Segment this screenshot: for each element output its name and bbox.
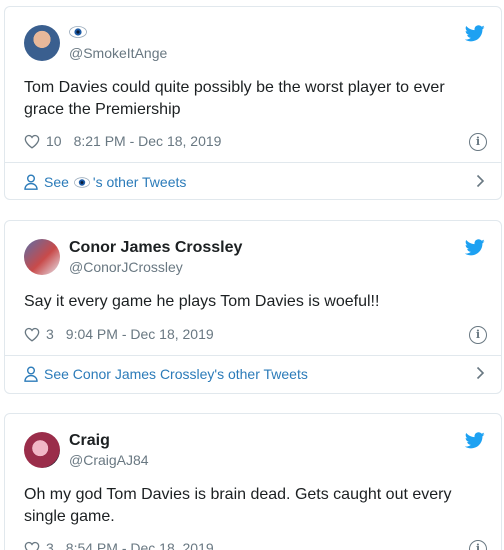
avatar[interactable] bbox=[24, 25, 60, 61]
avatar[interactable] bbox=[24, 432, 60, 468]
see-suffix: 's other Tweets bbox=[92, 174, 187, 190]
divider bbox=[5, 355, 501, 356]
author-name[interactable]: Craig bbox=[69, 432, 110, 450]
tweet-timestamp[interactable]: 8:21 PM - Dec 18, 2019 bbox=[74, 133, 222, 149]
tweet-card-2: Conor James Crossley @ConorJCrossley Say… bbox=[4, 220, 502, 394]
tweet-card-3: Craig @CraigAJ84 Oh my god Tom Davies is… bbox=[4, 413, 502, 550]
tweet-text-line: Say it every game he plays Tom Davies is… bbox=[24, 293, 380, 310]
tweet-timestamp[interactable]: 8:54 PM - Dec 18, 2019 bbox=[66, 540, 214, 550]
eye-emoji-icon bbox=[74, 176, 90, 188]
tweet-text-line: grace the Premiership bbox=[24, 101, 181, 118]
like-count[interactable]: 3 bbox=[46, 540, 54, 550]
tweet-header: Craig @CraigAJ84 bbox=[24, 432, 484, 472]
tweet-meta: 3 8:54 PM - Dec 18, 2019 bbox=[24, 540, 214, 550]
see-other-tweets-link[interactable]: See 's other Tweets bbox=[24, 172, 485, 192]
twitter-bird-icon[interactable] bbox=[465, 25, 485, 42]
person-icon bbox=[24, 366, 38, 382]
see-other-tweets-link[interactable]: See Conor James Crossley's other Tweets bbox=[24, 364, 485, 384]
tweet-text: Tom Davies could quite possibly be the w… bbox=[24, 77, 474, 121]
tweet-header: @SmokeItAnge bbox=[24, 25, 484, 65]
tweet-meta: 10 8:21 PM - Dec 18, 2019 bbox=[24, 133, 221, 149]
tweet-text: Oh my god Tom Davies is brain dead. Gets… bbox=[24, 484, 474, 528]
chevron-right-icon bbox=[476, 366, 485, 380]
info-icon[interactable]: i bbox=[469, 133, 487, 151]
twitter-bird-icon[interactable] bbox=[465, 239, 485, 256]
author-handle[interactable]: @ConorJCrossley bbox=[69, 259, 183, 275]
tweet-header: Conor James Crossley @ConorJCrossley bbox=[24, 239, 484, 279]
author-handle[interactable]: @SmokeItAnge bbox=[69, 45, 167, 61]
like-count[interactable]: 10 bbox=[46, 133, 62, 149]
chevron-right-icon bbox=[476, 174, 485, 188]
tweet-text-line: Oh my god Tom Davies is brain dead. Gets… bbox=[24, 486, 452, 503]
tweet-text: Say it every game he plays Tom Davies is… bbox=[24, 291, 474, 313]
author-name[interactable] bbox=[69, 25, 87, 43]
heart-icon[interactable] bbox=[24, 134, 40, 149]
like-count[interactable]: 3 bbox=[46, 326, 54, 342]
info-icon[interactable]: i bbox=[469, 540, 487, 550]
see-prefix: See bbox=[44, 174, 69, 190]
author-handle[interactable]: @CraigAJ84 bbox=[69, 452, 149, 468]
heart-icon[interactable] bbox=[24, 327, 40, 342]
tweet-timestamp[interactable]: 9:04 PM - Dec 18, 2019 bbox=[66, 326, 214, 342]
see-text: See Conor James Crossley's other Tweets bbox=[44, 366, 308, 382]
person-icon bbox=[24, 174, 38, 190]
eye-emoji-icon bbox=[69, 26, 87, 38]
tweet-text-line: single game. bbox=[24, 508, 115, 525]
twitter-bird-icon[interactable] bbox=[465, 432, 485, 449]
divider bbox=[5, 162, 501, 163]
avatar[interactable] bbox=[24, 239, 60, 275]
tweet-card-1: @SmokeItAnge Tom Davies could quite poss… bbox=[4, 6, 502, 200]
tweet-text-line: Tom Davies could quite possibly be the w… bbox=[24, 79, 445, 96]
author-name[interactable]: Conor James Crossley bbox=[69, 239, 242, 257]
info-icon[interactable]: i bbox=[469, 326, 487, 344]
heart-icon[interactable] bbox=[24, 541, 40, 550]
tweet-meta: 3 9:04 PM - Dec 18, 2019 bbox=[24, 326, 214, 342]
